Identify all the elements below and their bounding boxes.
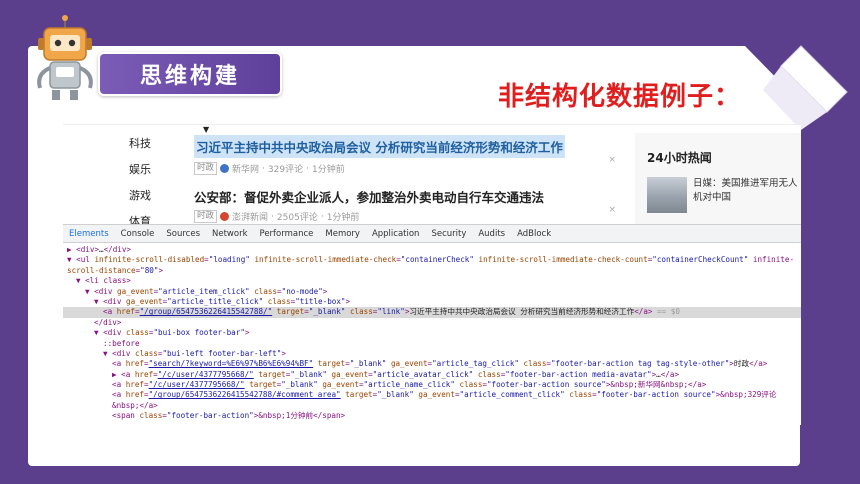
dom-node[interactable]: ▼ <div ga_event="article_title_click" cl… xyxy=(63,297,801,307)
dom-node[interactable]: ▼ <ul infinite-scroll-disabled="loading"… xyxy=(63,255,801,265)
devtools-tab-application[interactable]: Application xyxy=(372,229,420,239)
devtools-panel: Elements Console Sources Network Perform… xyxy=(63,224,801,425)
dom-node[interactable]: &nbsp;</a> xyxy=(63,401,801,411)
dom-node[interactable]: <span class="footer-bar-action">&nbsp;1分… xyxy=(63,411,801,421)
dismiss-icon[interactable]: × xyxy=(608,155,616,165)
hot-news-item-text[interactable]: 日媒：美国推进军用无人机对中国 xyxy=(693,177,801,213)
news-item-title[interactable]: 公安部：督促外卖企业派人，参加整治外卖电动自行车交通违法 xyxy=(194,175,616,206)
separator: · xyxy=(306,163,309,174)
dom-node[interactable]: ▼ <div ga_event="article_item_click" cla… xyxy=(63,287,801,297)
devtools-tab-performance[interactable]: Performance xyxy=(260,229,314,239)
dom-node[interactable]: </div> xyxy=(63,318,801,328)
robot-mascot-icon xyxy=(37,15,93,100)
category-item[interactable]: 游戏 xyxy=(129,183,189,209)
separator: · xyxy=(320,211,324,222)
dom-node[interactable]: ▼ <div class="bui-box footer-bar"> xyxy=(63,328,801,338)
slide-heading: 非结构化数据例子： xyxy=(498,82,742,112)
category-item[interactable]: 娱乐 xyxy=(129,157,189,183)
dom-node-selected[interactable]: <a href="/group/6547536226415542788/" ta… xyxy=(63,307,801,318)
category-nav: 科技 娱乐 游戏 体育 xyxy=(129,131,189,235)
dom-node[interactable]: scroll-distance="80"> xyxy=(63,266,801,276)
news-item-comments[interactable]: 2505评论 xyxy=(277,210,318,223)
dom-node[interactable]: <a href="search/?keyword=%E6%97%B6%E6%94… xyxy=(63,359,801,369)
hot-news-title: 24小时热闻 xyxy=(647,151,712,165)
devtools-tab-sources[interactable]: Sources xyxy=(166,229,200,239)
devtools-tab-memory[interactable]: Memory xyxy=(325,229,360,239)
news-feed: 习近平主持中共中央政治局会议 分析研究当前经济形势和经济工作 时政 新华网 · … xyxy=(194,125,616,225)
news-item-meta: 时政 澎湃新闻 · 2505评论 · 1分钟前 xyxy=(194,210,616,223)
devtools-tab-audits[interactable]: Audits xyxy=(478,229,505,239)
section-banner-title: 思维构建 xyxy=(139,64,240,89)
dismiss-icon[interactable]: × xyxy=(608,205,616,215)
devtools-tab-security[interactable]: Security xyxy=(431,229,466,239)
dom-node[interactable]: ▼ <li class> xyxy=(63,276,801,286)
devtools-tab-network[interactable]: Network xyxy=(212,229,248,239)
slide-stage: 思维构建 非结构化数据例子： ▼ 科技 娱乐 游戏 体育 习近平主持中共中央政治… xyxy=(0,0,860,484)
section-banner: 思维构建 xyxy=(98,52,282,96)
news-item-comments[interactable]: 329评论 xyxy=(268,162,303,175)
devtools-tab-bar: Elements Console Sources Network Perform… xyxy=(63,225,801,243)
hot-news-item[interactable]: 日媒：美国推进军用无人机对中国 xyxy=(647,177,801,213)
news-item-source[interactable]: 新华网 xyxy=(232,162,259,175)
news-item-source[interactable]: 澎湃新闻 xyxy=(232,210,268,223)
dom-node[interactable]: ▼ <div class="bui-left footer-bar-left"> xyxy=(63,349,801,359)
devtools-tab-console[interactable]: Console xyxy=(121,229,155,239)
news-item: 公安部：督促外卖企业派人，参加整治外卖电动自行车交通违法 时政 澎湃新闻 · 2… xyxy=(194,175,616,225)
hot-news-thumbnail[interactable] xyxy=(647,177,687,213)
dom-node[interactable]: <a href="/c/user/4377795668/" target="_b… xyxy=(63,380,801,390)
news-item-meta: 时政 新华网 · 329评论 · 1分钟前 xyxy=(194,162,616,175)
dom-node[interactable]: ::before xyxy=(63,339,801,349)
source-avatar-icon[interactable] xyxy=(220,164,230,173)
dom-node[interactable]: ▶ <a href="/c/user/4377795668/" target="… xyxy=(63,370,801,380)
category-item[interactable]: 科技 xyxy=(129,131,189,157)
news-item-title[interactable]: 习近平主持中共中央政治局会议 分析研究当前经济形势和经济工作 xyxy=(194,135,565,158)
devtools-tab-elements[interactable]: Elements xyxy=(69,229,109,239)
dom-node[interactable]: ▶ <div>…</div> xyxy=(63,245,801,255)
dom-node[interactable]: <a href="/group/6547536226415542788/#com… xyxy=(63,390,801,400)
news-item-time: 1分钟前 xyxy=(311,165,345,175)
dom-tree: ▶ <div>…</div> ▼ <ul infinite-scroll-disa… xyxy=(63,243,801,422)
separator: · xyxy=(271,211,274,222)
news-item: 习近平主持中共中央政治局会议 分析研究当前经济形势和经济工作 时政 新华网 · … xyxy=(194,125,616,175)
source-avatar-icon[interactable] xyxy=(220,212,230,221)
separator: · xyxy=(262,163,265,174)
news-item-time: 1分钟前 xyxy=(326,213,360,223)
news-item-tag[interactable]: 时政 xyxy=(194,210,218,223)
devtools-tab-adblock[interactable]: AdBlock xyxy=(517,229,551,239)
news-item-tag[interactable]: 时政 xyxy=(194,162,218,175)
